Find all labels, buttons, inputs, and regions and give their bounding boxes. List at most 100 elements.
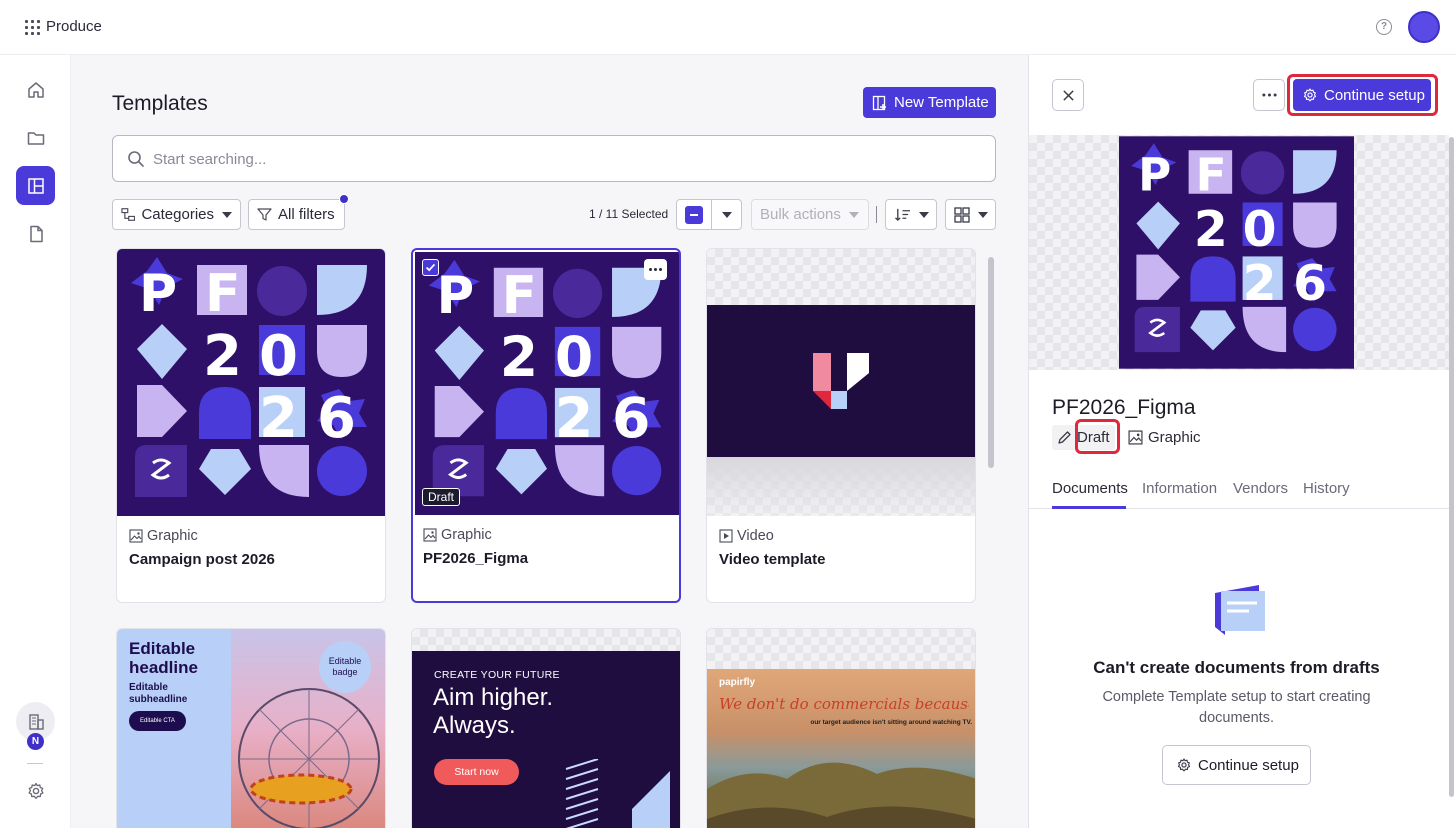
- template-card[interactable]: papirfly We don't do commercials because…: [706, 628, 976, 828]
- pf2026-artwork: P F 2 0 2 6: [117, 249, 385, 516]
- aim-cta: Start now: [434, 759, 519, 785]
- aim-higher-artwork: CREATE YOUR FUTURE Aim higher. Always. S…: [412, 651, 680, 828]
- app-launcher-icon[interactable]: [25, 20, 40, 35]
- template-card[interactable]: P F 2 0 2 6 Graphic Campaign post 2026: [116, 248, 386, 603]
- aim-headline: Aim higher. Always.: [433, 684, 554, 739]
- tab-vendors[interactable]: Vendors: [1233, 480, 1288, 497]
- sort-dropdown[interactable]: [885, 199, 937, 230]
- pf-letter-f: F: [502, 266, 537, 326]
- card-more-options-button[interactable]: [644, 259, 667, 280]
- categories-dropdown[interactable]: Categories: [112, 199, 241, 230]
- template-type: Graphic: [129, 528, 198, 544]
- editable-subheadline: Editable subheadline: [129, 682, 188, 705]
- all-filters-button[interactable]: All filters: [248, 199, 345, 230]
- papirfly-photo: papirfly We don't do commercials because…: [707, 669, 975, 828]
- select-all-checkbox[interactable]: [676, 199, 712, 230]
- pf-digit-2: 2: [203, 324, 242, 389]
- tab-documents[interactable]: Documents: [1052, 480, 1128, 497]
- template-card[interactable]: CREATE YOUR FUTURE Aim higher. Always. S…: [411, 628, 681, 828]
- grid-view-icon: [953, 206, 970, 223]
- video-fade: [707, 457, 975, 516]
- more-options-button[interactable]: [1253, 79, 1285, 111]
- close-panel-button[interactable]: [1052, 79, 1084, 111]
- home-icon[interactable]: [16, 70, 55, 109]
- active-filter-indicator: [339, 194, 349, 204]
- template-name: Video template: [719, 551, 826, 568]
- template-card[interactable]: Editable headline Editable subheadline E…: [116, 628, 386, 828]
- document-icon[interactable]: [16, 214, 55, 253]
- pf-digit-6: 6: [1293, 256, 1327, 312]
- template-thumbnail: CREATE YOUR FUTURE Aim higher. Always. S…: [412, 629, 680, 828]
- video-frame: [707, 305, 975, 457]
- new-template-label: New Template: [894, 94, 989, 111]
- rail-divider: [27, 763, 43, 764]
- template-card-selected[interactable]: P F 2 0 2 6 Draft Graphic PF2026_Figma: [411, 248, 681, 603]
- filter-icon: [257, 208, 272, 221]
- template-detail-panel: Continue setup P F 2 0 2 6 PF2026_Figma …: [1028, 55, 1456, 828]
- pencil-icon: [1058, 431, 1071, 444]
- type-chip: Graphic: [1128, 425, 1201, 450]
- help-icon[interactable]: ?: [1376, 19, 1392, 35]
- papirfly-headline: We don't do commercials because...: [719, 695, 969, 713]
- toolbar-divider: [876, 206, 877, 223]
- template-type: Graphic: [423, 527, 492, 543]
- template-thumbnail: Editable headline Editable subheadline E…: [117, 629, 385, 828]
- editable-badge: Editable badge: [319, 641, 371, 693]
- panel-tabs: Documents Information Vendors History: [1029, 475, 1449, 509]
- search-box: [112, 135, 996, 182]
- new-template-button[interactable]: New Template: [863, 87, 996, 118]
- image-icon: [423, 528, 437, 542]
- categories-label: Categories: [141, 206, 214, 223]
- empty-state-title: Can't create documents from drafts: [1093, 658, 1380, 677]
- app-name: Produce: [46, 18, 102, 35]
- template-type: Video: [719, 528, 774, 544]
- draft-highlight: [1075, 419, 1120, 454]
- user-avatar[interactable]: [1408, 11, 1440, 43]
- templates-icon[interactable]: [16, 166, 55, 205]
- pf-digit-2: 2: [500, 326, 538, 390]
- selection-count: 1 / 11 Selected: [589, 207, 669, 221]
- view-mode-dropdown[interactable]: [945, 199, 996, 230]
- folder-icon[interactable]: [16, 118, 55, 157]
- pf2026-artwork: P F 2 0 2 6: [415, 252, 679, 515]
- template-type-label: Graphic: [147, 528, 198, 544]
- pf-digit-6: 6: [317, 386, 356, 451]
- chevron-down-icon: [977, 211, 988, 218]
- documents-empty-icon: [1215, 585, 1265, 635]
- pf-digit-2: 2: [1194, 202, 1228, 258]
- chevron-down-icon: [721, 211, 732, 218]
- chevron-down-icon: [848, 211, 859, 218]
- pf-digit-2: 2: [555, 387, 593, 451]
- panel-scrollbar[interactable]: [1449, 137, 1454, 797]
- image-icon: [129, 529, 143, 543]
- bulk-actions-dropdown[interactable]: Bulk actions: [751, 199, 869, 230]
- editable-headline: Editable headline: [129, 639, 198, 677]
- image-icon: [1128, 430, 1143, 445]
- tab-information[interactable]: Information: [1142, 480, 1217, 497]
- template-card[interactable]: Video Video template: [706, 248, 976, 603]
- pf-letter-f: F: [1196, 148, 1227, 201]
- template-thumbnail: P F 2 0 2 6: [117, 249, 385, 516]
- papirfly-brand: papirfly: [719, 677, 756, 688]
- empty-state-description: Complete Template setup to start creatin…: [1102, 689, 1371, 726]
- template-name: Campaign post 2026: [129, 551, 275, 568]
- template-preview: P F 2 0 2 6: [1029, 135, 1449, 370]
- template-title: PF2026_Figma: [1052, 396, 1196, 419]
- continue-setup-secondary-button[interactable]: Continue setup: [1162, 745, 1311, 785]
- close-icon: [1062, 89, 1074, 101]
- all-filters-label: All filters: [278, 206, 335, 223]
- templates-scrollbar[interactable]: [988, 257, 994, 468]
- active-tab-indicator: [1052, 506, 1126, 509]
- template-thumbnail: P F 2 0 2 6: [415, 252, 679, 515]
- aim-kicker: CREATE YOUR FUTURE: [434, 669, 560, 681]
- search-icon: [128, 151, 144, 167]
- settings-icon[interactable]: [16, 771, 55, 810]
- search-input[interactable]: [153, 148, 973, 170]
- tab-history[interactable]: History: [1303, 480, 1350, 497]
- selection-dropdown[interactable]: [711, 199, 742, 230]
- bulk-actions-label: Bulk actions: [760, 206, 841, 223]
- checkmark-icon: [425, 263, 436, 272]
- landscape-image: [707, 762, 975, 828]
- pf-digit-0: 0: [555, 326, 593, 390]
- card-selected-checkbox[interactable]: [422, 259, 439, 276]
